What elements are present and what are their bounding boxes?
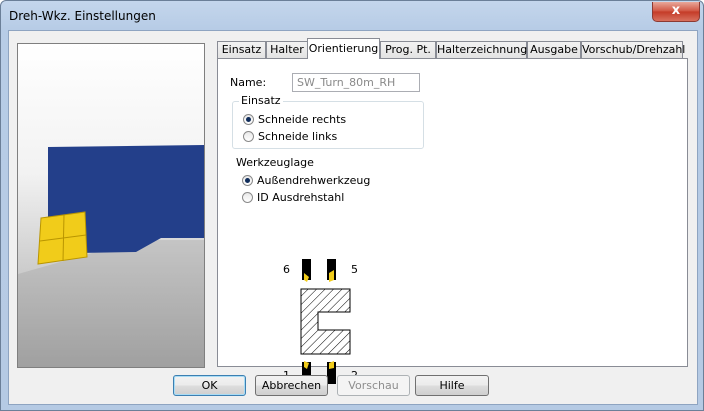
insert-groupbox: Einsatz Schneide rechts Schneide links: [232, 94, 424, 149]
window-title: Dreh-Wkz. Einstellungen: [9, 9, 156, 23]
preview-button[interactable]: Vorschau: [337, 375, 410, 396]
tab-prog-pt[interactable]: Prog. Pt.: [380, 41, 436, 58]
dialog-window: Dreh-Wkz. Einstellungen x Einsatz Halter…: [0, 0, 704, 411]
radio-selected-icon: [242, 175, 253, 186]
close-button[interactable]: x: [652, 2, 700, 22]
tool-preview-graphic: [18, 145, 204, 367]
tab-halterzeichnung[interactable]: Halterzeichnung: [436, 41, 527, 58]
close-icon: x: [671, 3, 681, 18]
tool-preview: [17, 43, 205, 368]
tab-orientierung[interactable]: Orientierung: [307, 38, 380, 59]
tab-halter[interactable]: Halter: [266, 41, 308, 58]
tab-vorschub-drehzahl[interactable]: Vorschub/Drehzahl: [581, 41, 685, 58]
tool-position-title: Werkzeuglage: [236, 156, 314, 169]
radio-selected-icon: [243, 114, 254, 125]
workpiece-icon: [300, 288, 351, 355]
tool-position-6-icon: [302, 259, 311, 282]
orientation-drawing: [300, 259, 351, 384]
radio-unselected-icon: [243, 131, 254, 142]
radio-unselected-icon: [242, 192, 253, 203]
orientation-page: Name: SW_Turn_80m_RH Einsatz Schneide re…: [217, 58, 688, 384]
tool-position-5-icon: [327, 259, 336, 282]
title-bar[interactable]: Dreh-Wkz. Einstellungen x: [1, 1, 703, 31]
dialog-client-area: Einsatz Halter Orientierung Prog. Pt. Ha…: [8, 30, 698, 405]
insert-group-title: Einsatz: [239, 94, 283, 107]
name-label: Name:: [230, 76, 267, 89]
tab-einsatz[interactable]: Einsatz: [217, 41, 266, 58]
ok-button[interactable]: OK: [173, 375, 246, 396]
tool-position-2-icon: [327, 361, 336, 384]
cancel-button[interactable]: Abbrechen: [255, 375, 328, 396]
help-button[interactable]: Hilfe: [415, 375, 489, 396]
tab-ausgabe[interactable]: Ausgabe: [527, 41, 581, 58]
name-field[interactable]: SW_Turn_80m_RH: [292, 73, 420, 92]
